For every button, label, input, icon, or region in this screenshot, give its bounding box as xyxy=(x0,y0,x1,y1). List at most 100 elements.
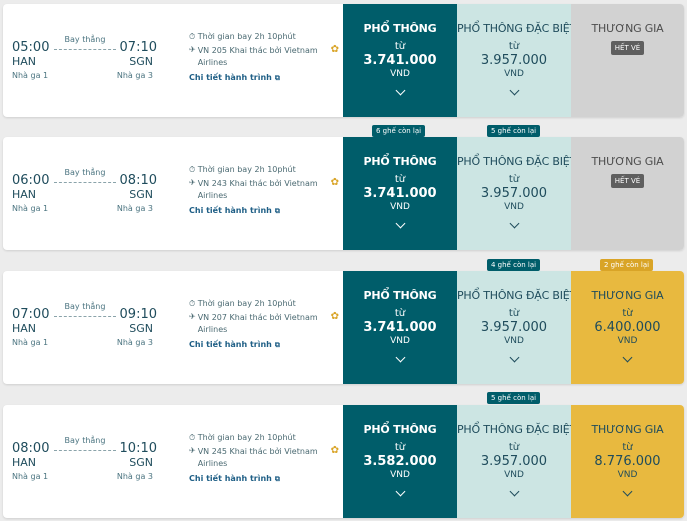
economy-fare-button[interactable]: PHỔ THÔNG từ 3.741.000 VND xyxy=(343,137,457,250)
fare-class-name: PHỔ THÔNG ĐẶC BIỆT xyxy=(457,289,577,302)
plane-icon: ✈ xyxy=(189,312,196,321)
chevron-down-icon xyxy=(622,352,633,363)
departure-airport: HAN xyxy=(12,55,37,68)
special-economy-fare-button[interactable]: PHỔ THÔNG ĐẶC BIỆT từ 3.957.000 VND xyxy=(457,4,576,117)
external-link-icon: ⧉ xyxy=(274,475,280,483)
fare-class-name: THƯƠNG GIA xyxy=(591,289,664,302)
flight-detail: ⏱ Thời gian bay 2h 10phút ✈ VN 205 Khai t… xyxy=(189,32,339,83)
from-label: từ xyxy=(622,308,633,319)
departure-terminal: Nhà ga 1 xyxy=(12,71,49,80)
flight-duration: Thời gian bay 2h 10phút xyxy=(197,433,296,442)
chevron-down-icon xyxy=(509,218,519,229)
sold-out-badge: HẾT VÉ xyxy=(610,41,645,55)
flight-times: 07:00 Bay thẳng 09:10 HAN SGN Nhà ga 1 N… xyxy=(12,302,157,357)
departure-airport: HAN xyxy=(12,188,37,201)
from-label: từ xyxy=(508,442,520,453)
from-label: từ xyxy=(394,308,406,319)
plane-icon: ✈ xyxy=(189,446,196,455)
fare-class-name: THƯƠNG GIA xyxy=(591,155,664,168)
chevron-down-icon xyxy=(509,486,519,497)
currency: VND xyxy=(617,470,638,480)
fare-price: 3.741.000 xyxy=(363,320,437,335)
route-line xyxy=(54,182,116,183)
chevron-down-icon xyxy=(395,85,405,96)
fare-price: 3.582.000 xyxy=(363,454,437,469)
departure-airport: HAN xyxy=(12,456,37,469)
fare-price: 6.400.000 xyxy=(594,320,661,335)
vietnam-airlines-logo-icon: ✿ xyxy=(330,311,339,322)
chevron-down-icon xyxy=(395,218,405,229)
fare-class-name: THƯƠNG GIA xyxy=(591,423,664,436)
currency: VND xyxy=(617,336,638,346)
economy-fare-button[interactable]: PHỔ THÔNG từ 3.741.000 VND xyxy=(343,4,457,117)
fare-class-name: PHỔ THÔNG ĐẶC BIỆT xyxy=(457,155,577,168)
flight-number: VN 245 Khai thác bởi Vietnam Airlines xyxy=(197,447,318,468)
chevron-down-icon xyxy=(395,352,405,363)
chevron-down-icon xyxy=(509,352,519,363)
arrival-terminal: Nhà ga 3 xyxy=(116,71,153,80)
fare-class-name: PHỔ THÔNG ĐẶC BIỆT xyxy=(457,423,577,436)
economy-fare-button[interactable]: PHỔ THÔNG từ 3.582.000 VND xyxy=(343,405,457,518)
nonstop-label: Bay thẳng xyxy=(64,35,106,44)
economy-fare-button[interactable]: PHỔ THÔNG từ 3.741.000 VND xyxy=(343,271,457,384)
from-label: từ xyxy=(508,174,520,185)
route-line xyxy=(54,316,116,317)
itinerary-details-link[interactable]: Chi tiết hành trình ⧉ xyxy=(189,340,339,350)
arrival-time: 10:10 xyxy=(119,441,157,456)
arrival-terminal: Nhà ga 3 xyxy=(116,338,153,347)
fare-class-name: PHỔ THÔNG xyxy=(363,423,437,436)
currency: VND xyxy=(390,69,410,79)
flight-detail: ⏱ Thời gian bay 2h 10phút ✈ VN 243 Khai t… xyxy=(189,165,339,216)
route-line xyxy=(54,450,116,451)
itinerary-details-link[interactable]: Chi tiết hành trình ⧉ xyxy=(189,73,339,83)
chevron-down-icon xyxy=(395,486,405,497)
seats-left-badge: 4 ghế còn lại xyxy=(487,259,541,271)
currency: VND xyxy=(504,69,524,79)
arrival-time: 07:10 xyxy=(119,40,157,55)
flight-card: 08:00 Bay thẳng 10:10 HAN SGN Nhà ga 1 N… xyxy=(3,405,684,518)
special-economy-fare-button[interactable]: PHỔ THÔNG ĐẶC BIỆT từ 3.957.000 VND xyxy=(457,271,577,384)
flight-times: 06:00 Bay thẳng 08:10 HAN SGN Nhà ga 1 N… xyxy=(12,168,157,223)
fare-price: 3.957.000 xyxy=(480,454,548,469)
flight-number: VN 207 Khai thác bởi Vietnam Airlines xyxy=(197,313,318,334)
business-fare-button[interactable]: THƯƠNG GIA từ 6.400.000 VND xyxy=(571,271,684,384)
fare-price: 3.741.000 xyxy=(363,53,437,68)
departure-terminal: Nhà ga 1 xyxy=(12,472,49,481)
from-label: từ xyxy=(394,174,406,185)
arrival-time: 08:10 xyxy=(119,173,157,188)
currency: VND xyxy=(504,470,524,480)
flight-number: VN 205 Khai thác bởi Vietnam Airlines xyxy=(197,46,318,67)
departure-time: 06:00 xyxy=(12,173,50,188)
departure-terminal: Nhà ga 1 xyxy=(12,204,49,213)
from-label: từ xyxy=(394,41,406,52)
flight-duration: Thời gian bay 2h 10phút xyxy=(197,299,296,308)
clock-icon: ⏱ xyxy=(189,299,198,308)
flight-card: 07:00 Bay thẳng 09:10 HAN SGN Nhà ga 1 N… xyxy=(3,271,684,384)
fare-price: 8.776.000 xyxy=(594,454,661,469)
external-link-icon: ⧉ xyxy=(274,207,280,215)
seats-left-badge: 6 ghế còn lại xyxy=(372,125,426,137)
special-economy-fare-button[interactable]: PHỔ THÔNG ĐẶC BIỆT từ 3.957.000 VND xyxy=(457,405,577,518)
currency: VND xyxy=(504,336,524,346)
arrival-terminal: Nhà ga 3 xyxy=(116,472,153,481)
special-economy-fare-button[interactable]: PHỔ THÔNG ĐẶC BIỆT từ 3.957.000 VND xyxy=(457,137,577,250)
currency: VND xyxy=(390,470,410,480)
clock-icon: ⏱ xyxy=(189,433,198,442)
external-link-icon: ⧉ xyxy=(274,74,280,82)
vietnam-airlines-logo-icon: ✿ xyxy=(330,445,339,456)
currency: VND xyxy=(504,202,524,212)
flight-times: 05:00 Bay thẳng 07:10 HAN SGN Nhà ga 1 N… xyxy=(12,35,157,90)
fare-class-name: THƯƠNG GIA xyxy=(591,22,664,35)
route-line xyxy=(54,49,116,50)
business-fare-button[interactable]: THƯƠNG GIA từ 8.776.000 VND xyxy=(571,405,684,518)
itinerary-details-link[interactable]: Chi tiết hành trình ⧉ xyxy=(189,474,339,484)
business-fare-cell: THƯƠNG GIA HẾT VÉ xyxy=(571,4,684,117)
departure-time: 08:00 xyxy=(12,441,50,456)
flight-detail: ⏱ Thời gian bay 2h 10phút ✈ VN 245 Khai t… xyxy=(189,433,339,484)
seats-left-badge: 5 ghế còn lại xyxy=(487,125,541,137)
nonstop-label: Bay thẳng xyxy=(64,436,106,445)
itinerary-details-link[interactable]: Chi tiết hành trình ⧉ xyxy=(189,206,339,216)
chevron-down-icon xyxy=(622,486,633,497)
from-label: từ xyxy=(508,308,520,319)
flight-card: 05:00 Bay thẳng 07:10 HAN SGN Nhà ga 1 N… xyxy=(3,4,684,117)
